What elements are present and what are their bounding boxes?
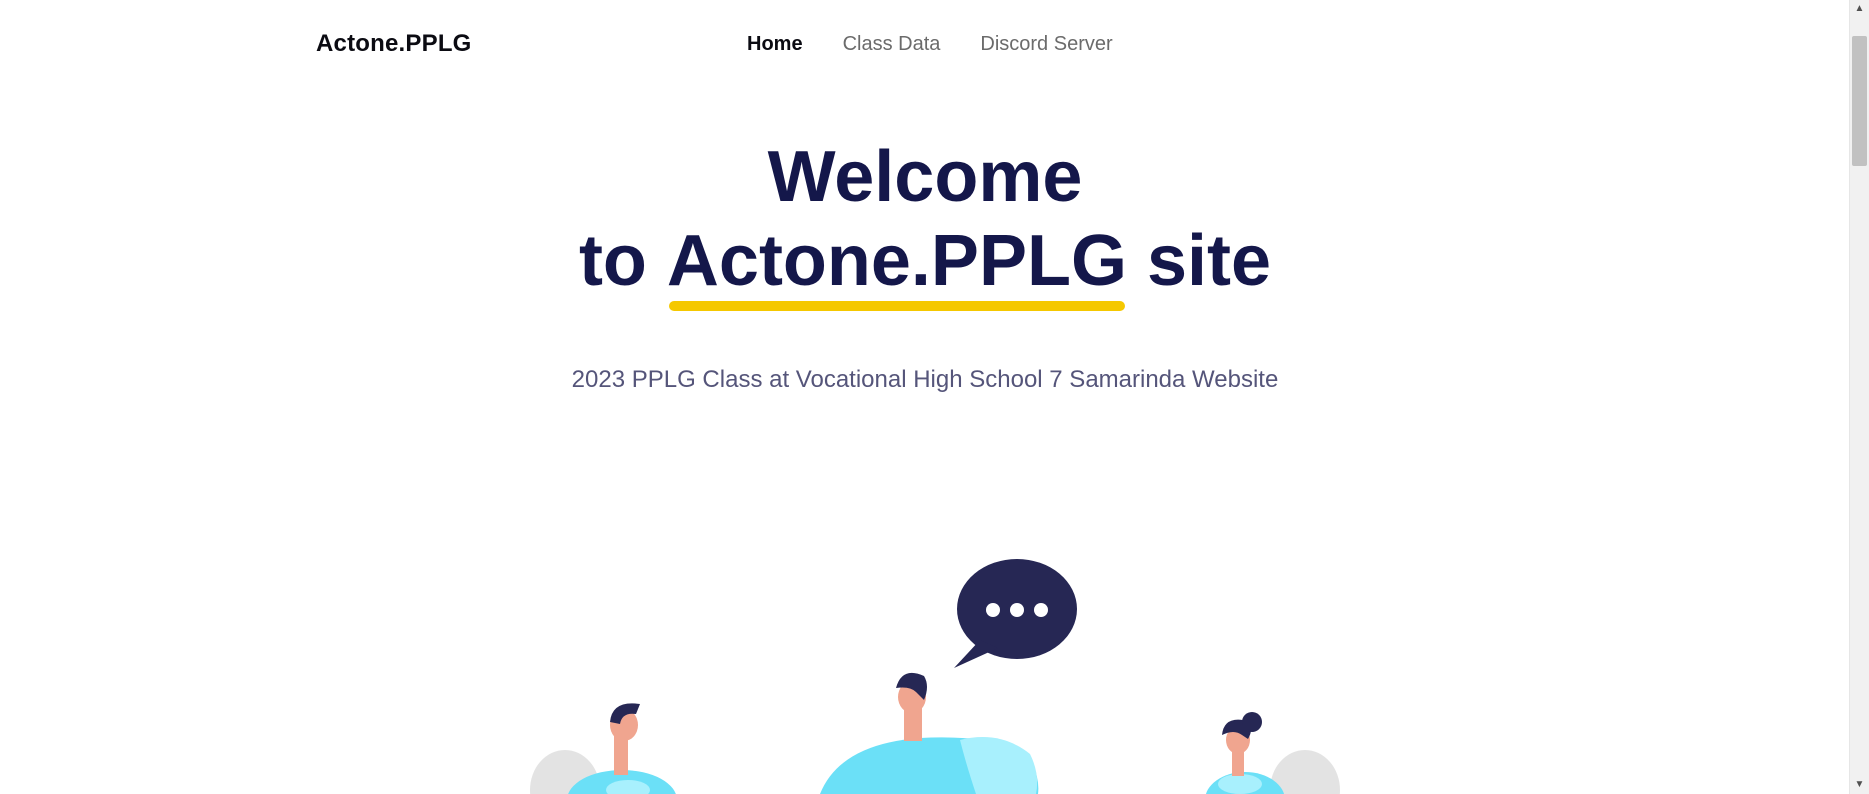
scroll-down-arrow-icon[interactable]: ▼ xyxy=(1850,776,1869,794)
hero-title: Welcome to Actone.PPLG site xyxy=(0,135,1850,311)
scrollbar-thumb[interactable] xyxy=(1852,36,1867,166)
hero-title-line2: to Actone.PPLG site xyxy=(0,219,1850,311)
top-navbar: Actone.PPLG Home Class Data Discord Serv… xyxy=(0,0,1850,92)
bubble-dot-3 xyxy=(1034,603,1048,617)
grey-blob-left xyxy=(530,750,600,794)
person-center-figure xyxy=(820,672,1039,794)
hero-title-accent-text: Actone.PPLG xyxy=(666,221,1127,301)
hero-title-line1: Welcome xyxy=(767,137,1083,217)
person-right-figure xyxy=(1205,712,1285,794)
hero-subtitle: 2023 PPLG Class at Vocational High Schoo… xyxy=(571,366,1279,393)
person-left-figure xyxy=(568,703,676,794)
bubble-dot-2 xyxy=(1010,603,1024,617)
main-menu: Home Class Data Discord Server xyxy=(747,33,1113,56)
grey-blob-right xyxy=(1270,750,1340,794)
hero-title-accent: Actone.PPLG xyxy=(666,219,1127,311)
nav-link-home[interactable]: Home xyxy=(747,33,803,56)
nav-link-class-data[interactable]: Class Data xyxy=(843,33,941,56)
brand-logo-text[interactable]: Actone.PPLG xyxy=(316,30,472,58)
nav-link-discord-server[interactable]: Discord Server xyxy=(980,33,1112,56)
hero-illustration xyxy=(530,559,1340,794)
accent-underline xyxy=(668,301,1125,311)
hero-title-suffix: site xyxy=(1126,221,1272,301)
scroll-up-arrow-icon[interactable]: ▲ xyxy=(1850,0,1869,18)
hero-title-prefix: to xyxy=(578,221,667,301)
speech-bubble-icon xyxy=(954,559,1077,668)
bubble-dot-1 xyxy=(986,603,1000,617)
vertical-scrollbar[interactable]: ▲ ▼ xyxy=(1849,0,1869,794)
